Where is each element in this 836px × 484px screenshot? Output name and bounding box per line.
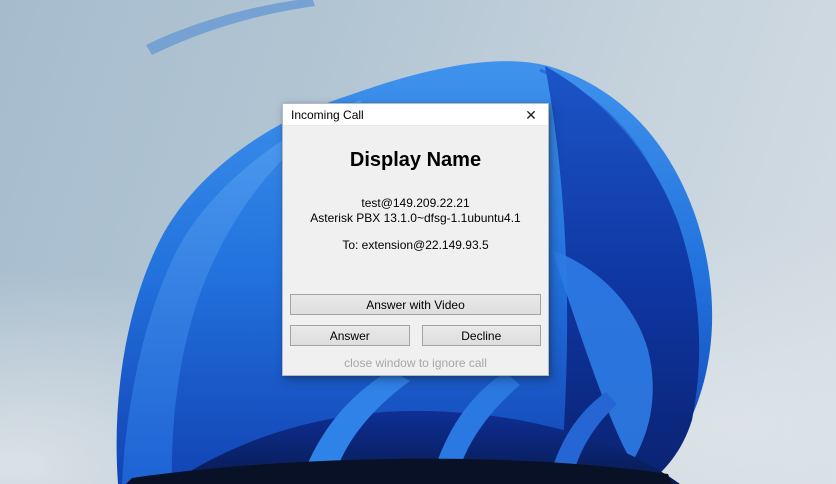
window-title: Incoming Call — [291, 107, 364, 122]
answer-with-video-button[interactable]: Answer with Video — [290, 294, 541, 315]
dialog-body: Display Name test@149.209.22.21 Asterisk… — [283, 126, 548, 376]
incoming-call-window: Incoming Call ✕ Display Name test@149.20… — [282, 103, 549, 376]
answer-button[interactable]: Answer — [290, 325, 410, 346]
answer-decline-row: Answer Decline — [290, 325, 541, 346]
caller-info-block: test@149.209.22.21 Asterisk PBX 13.1.0~d… — [283, 196, 548, 226]
bloom-top-streak — [146, 0, 315, 55]
caller-user-agent: Asterisk PBX 13.1.0~dfsg-1.1ubuntu4.1 — [310, 211, 521, 225]
caller-uri: test@149.209.22.21 — [361, 196, 470, 210]
call-to-line: To: extension@22.149.93.5 — [342, 238, 489, 252]
close-icon: ✕ — [525, 106, 537, 123]
ignore-hint-text: close window to ignore call — [344, 356, 487, 370]
window-titlebar[interactable]: Incoming Call ✕ — [283, 104, 548, 126]
caller-display-name: Display Name — [349, 149, 482, 171]
decline-button[interactable]: Decline — [421, 325, 541, 346]
close-button[interactable]: ✕ — [514, 104, 548, 125]
